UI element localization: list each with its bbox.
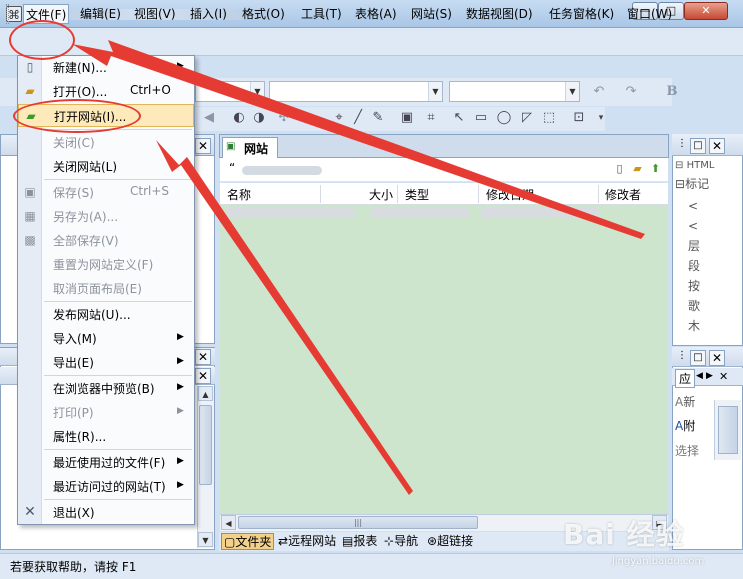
baidu-jingyan-watermark: Bai 经验 xyxy=(563,518,685,551)
watermark-url: jingyan.baidu.com xyxy=(612,556,705,567)
annotation-arrow-to-file-menu xyxy=(72,40,645,239)
annotation-arrow-to-open-website xyxy=(156,140,413,495)
annotation-arrows xyxy=(72,40,645,495)
